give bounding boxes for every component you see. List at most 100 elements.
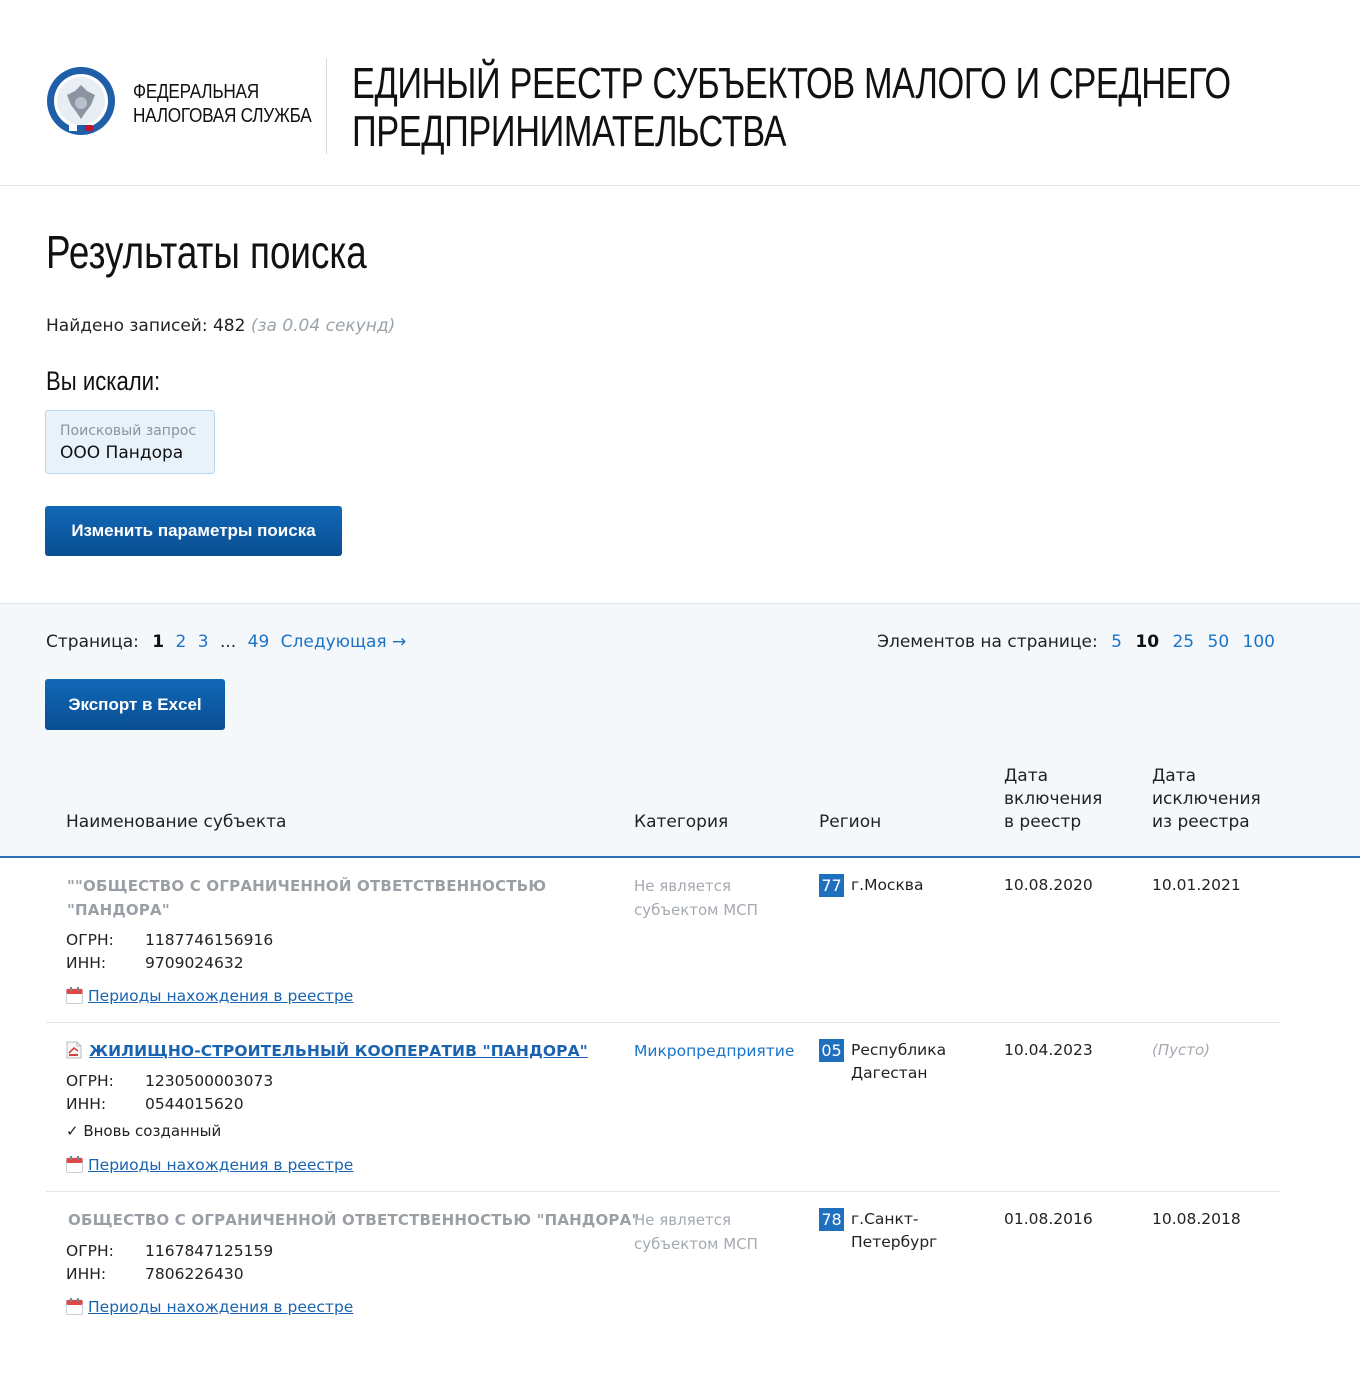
ogrn-value: 1167847125159	[145, 1242, 274, 1260]
pagination: Страница: 1 2 3 ... 49 Следующая →	[46, 630, 406, 654]
per-page-100[interactable]: 100	[1243, 632, 1275, 652]
you-searched-heading: Вы искали:	[46, 366, 161, 396]
ogrn-field: ОГРН: 1167847125159	[66, 1240, 273, 1263]
region-name-line2: Дагестан	[851, 1064, 928, 1082]
column-header-excluded-line2: исключения	[1152, 789, 1261, 809]
inn-field: ИНН: 0544015620	[66, 1093, 244, 1116]
registry-title: ЕДИНЫЙ РЕЕСТР СУБЪЕКТОВ МАЛОГО И СРЕДНЕГ…	[352, 60, 1231, 156]
per-page-label: Элементов на странице:	[877, 632, 1098, 652]
site-header: ФЕДЕРАЛЬНАЯ НАЛОГОВАЯ СЛУЖБА ЕДИНЫЙ РЕЕС…	[0, 0, 1360, 186]
inn-label: ИНН:	[66, 1265, 107, 1283]
region-name-line2: Петербург	[851, 1233, 938, 1251]
exclusion-date: 10.01.2021	[1152, 876, 1241, 894]
region-name: г.Москва	[851, 874, 923, 897]
row-divider	[46, 1022, 1280, 1023]
region-name-line1: г.Санкт-	[851, 1210, 919, 1228]
ogrn-value: 1230500003073	[145, 1072, 274, 1090]
inn-field: ИНН: 7806226430	[66, 1263, 244, 1286]
entity-name-line2: "ПАНДОРА"	[67, 901, 170, 919]
column-header-region-text: Регион	[819, 812, 882, 832]
registry-periods: Периоды нахождения в реестре	[66, 1296, 353, 1318]
inn-label: ИНН:	[66, 954, 107, 972]
ogrn-label: ОГРН:	[66, 1242, 114, 1260]
registry-periods: Периоды нахождения в реестре	[66, 1154, 353, 1176]
per-page-25[interactable]: 25	[1172, 632, 1194, 652]
column-header-included-line3: в реестр	[1004, 812, 1082, 832]
column-header-included-line2: включения	[1004, 789, 1103, 809]
inn-value: 0544015620	[145, 1095, 244, 1113]
column-header-included[interactable]: Дата включения в реестр	[1004, 765, 1102, 834]
fns-name: ФЕДЕРАЛЬНАЯ НАЛОГОВАЯ СЛУЖБА	[133, 80, 312, 128]
region-name-line1: Республика	[851, 1041, 947, 1059]
per-page-50[interactable]: 50	[1208, 632, 1230, 652]
per-page-selector: Элементов на странице: 5 10 25 50 100	[877, 630, 1275, 654]
calendar-icon	[66, 1298, 83, 1315]
page-link-last[interactable]: 49	[248, 632, 270, 652]
ogrn-field: ОГРН: 1230500003073	[66, 1070, 273, 1093]
exclusion-date: (Пусто)	[1152, 1041, 1211, 1059]
inclusion-date: 10.04.2023	[1004, 1041, 1093, 1059]
search-query-value: ООО Пандора	[60, 443, 184, 463]
category-line1: Не является	[634, 877, 731, 895]
column-header-excluded-line1: Дата	[1152, 766, 1197, 786]
search-query-chip: Поисковый запрос ООО Пандора	[45, 410, 215, 474]
region-code-badge: 77	[819, 874, 844, 897]
fns-emblem-icon[interactable]	[45, 65, 117, 137]
inn-field: ИНН: 9709024632	[66, 952, 244, 975]
page-ellipsis: ...	[220, 632, 237, 652]
ogrn-field: ОГРН: 1187746156916	[66, 929, 273, 952]
category-line2: субъектом МСП	[634, 901, 758, 919]
entity-name: ""ОБЩЕСТВО С ОГРАНИЧЕННОЙ ОТВЕТСТВЕННОСТ…	[67, 874, 546, 922]
entity-name-line1: ОБЩЕСТВО С ОГРАНИЧЕННОЙ ОТВЕТСТВЕННОСТЬЮ…	[68, 1211, 640, 1229]
page-next-link[interactable]: Следующая →	[281, 632, 407, 652]
export-excel-button[interactable]: Экспорт в Excel	[45, 679, 225, 730]
registry-periods-link[interactable]: Периоды нахождения в реестре	[88, 1156, 353, 1174]
page-title: Результаты поиска	[46, 226, 367, 278]
category-line2: субъектом МСП	[634, 1235, 758, 1253]
registry-periods-link[interactable]: Периоды нахождения в реестре	[88, 987, 353, 1005]
per-page-5[interactable]: 5	[1111, 632, 1122, 652]
column-header-category[interactable]: Категория	[634, 811, 728, 834]
fns-name-line2: НАЛОГОВАЯ СЛУЖБА	[133, 105, 312, 127]
ogrn-label: ОГРН:	[66, 931, 114, 949]
newly-created-status: ✓ Вновь созданный	[66, 1122, 222, 1140]
category-line1: Не является	[634, 1211, 731, 1229]
region-code-badge: 05	[819, 1039, 844, 1062]
column-header-excluded-line3: из реестра	[1152, 812, 1250, 832]
inclusion-date: 01.08.2016	[1004, 1210, 1093, 1228]
column-header-name-text: Наименование субъекта	[66, 812, 287, 832]
region-name-line1: г.Москва	[851, 876, 924, 894]
entity-name-link[interactable]: ЖИЛИЩНО-СТРОИТЕЛЬНЫЙ КООПЕРАТИВ "ПАНДОРА…	[89, 1039, 588, 1063]
entity-name-line1: ""ОБЩЕСТВО С ОГРАНИЧЕННОЙ ОТВЕТСТВЕННОСТ…	[67, 877, 547, 895]
pagination-label: Страница:	[46, 632, 139, 652]
column-header-region[interactable]: Регион	[819, 811, 881, 834]
inn-label: ИНН:	[66, 1095, 107, 1113]
found-count-text: Найдено записей: 482	[46, 316, 246, 336]
category: Не является субъектом МСП	[634, 1208, 758, 1256]
inn-value: 7806226430	[145, 1265, 244, 1283]
column-header-included-line1: Дата	[1004, 766, 1049, 786]
exclusion-date: 10.08.2018	[1152, 1210, 1241, 1228]
column-header-excluded[interactable]: Дата исключения из реестра	[1152, 765, 1261, 834]
column-header-name[interactable]: Наименование субъекта	[66, 811, 286, 834]
category: Не является субъектом МСП	[634, 874, 758, 922]
ogrn-value: 1187746156916	[145, 931, 274, 949]
calendar-icon	[66, 987, 83, 1004]
page-link-2[interactable]: 2	[176, 632, 187, 652]
search-query-label: Поисковый запрос	[60, 423, 197, 439]
page-link-3[interactable]: 3	[198, 632, 209, 652]
ogrn-label: ОГРН:	[66, 1072, 114, 1090]
page-current: 1	[152, 632, 165, 652]
region-name: Республика Дагестан	[851, 1039, 946, 1085]
document-icon	[66, 1041, 82, 1059]
row-divider	[46, 1191, 1280, 1192]
column-header-category-text: Категория	[634, 812, 729, 832]
registry-periods-link[interactable]: Периоды нахождения в реестре	[88, 1298, 353, 1316]
table-header-divider	[0, 856, 1360, 858]
found-count: Найдено записей: 482 (за 0.04 секунд)	[46, 315, 395, 337]
change-search-button[interactable]: Изменить параметры поиска	[45, 506, 342, 556]
category-link[interactable]: Микропредприятие	[634, 1039, 794, 1063]
registry-title-line1: ЕДИНЫЙ РЕЕСТР СУБЪЕКТОВ МАЛОГО И СРЕДНЕГ…	[352, 59, 1231, 108]
per-page-current: 10	[1135, 632, 1160, 652]
header-divider	[326, 58, 327, 154]
